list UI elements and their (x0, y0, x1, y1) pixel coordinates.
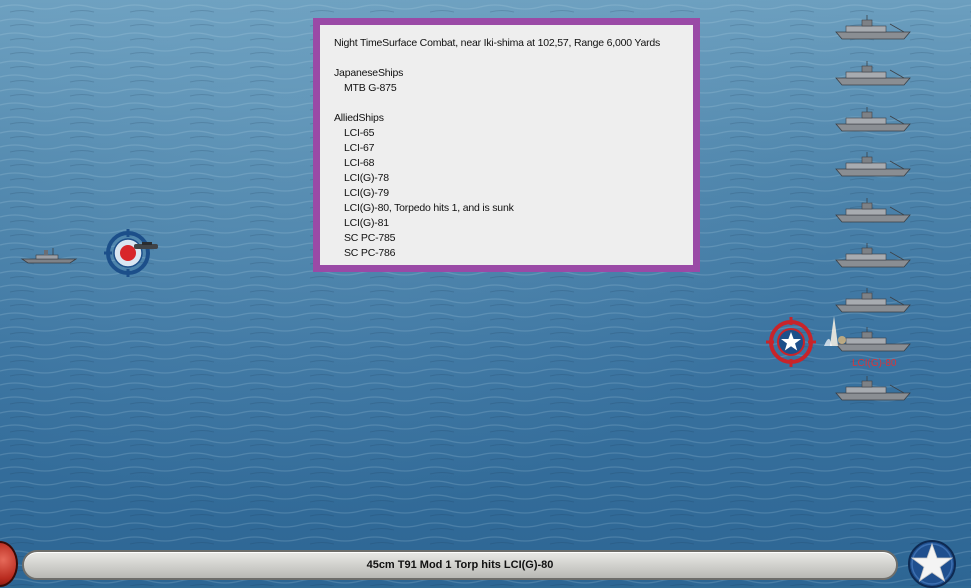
allied-ship-entry: LCI-68 (344, 157, 375, 169)
allied-ship-target[interactable] (820, 310, 912, 356)
water-splash-icon (830, 316, 838, 346)
allied-ship-entry: LCI(G)-78 (344, 172, 389, 184)
allied-ship-9[interactable] (834, 375, 912, 403)
japanese-target-reticle-icon[interactable] (104, 229, 162, 277)
allied-ship-entry: LCI(G)-80, Torpedo hits 1, and is sunk (344, 202, 514, 214)
allied-ship-entry: LCI-65 (344, 127, 375, 139)
allied-ship-6[interactable] (834, 242, 912, 270)
allied-ship-entry: SC PC-785 (344, 232, 396, 244)
allied-ship-5[interactable] (834, 197, 912, 225)
allied-ship-entry: LCI-67 (344, 142, 375, 154)
allied-ship-2[interactable] (834, 60, 912, 88)
japanese-ships-heading: JapaneseShips (334, 67, 404, 79)
allied-star-reticle-icon[interactable] (766, 317, 816, 367)
allied-ship-1[interactable] (834, 14, 912, 42)
allied-ship-3[interactable] (834, 106, 912, 134)
allied-ship-4[interactable] (834, 151, 912, 179)
allied-ship-entry: SC PC-786 (344, 247, 396, 259)
combat-report-header: Night TimeSurface Combat, near Iki-shima… (334, 37, 661, 49)
japanese-ship-entry: MTB G-875 (344, 82, 397, 94)
allied-ships-heading: AlliedShips (334, 112, 384, 124)
target-ship-label: LCI(G)-80 (852, 358, 897, 369)
allied-ship-entry: LCI(G)-81 (344, 217, 389, 229)
allied-star-roundel-icon[interactable] (905, 538, 957, 588)
allied-ship-entry: LCI(G)-79 (344, 187, 389, 199)
combat-report-panel: Night TimeSurface Combat, near Iki-shima… (313, 18, 700, 272)
combat-status-message: 45cm T91 Mod 1 Torp hits LCI(G)-80 (366, 559, 554, 571)
combat-status-bar: 45cm T91 Mod 1 Torp hits LCI(G)-80 (22, 550, 898, 580)
japanese-ship-mtb[interactable] (20, 246, 80, 266)
